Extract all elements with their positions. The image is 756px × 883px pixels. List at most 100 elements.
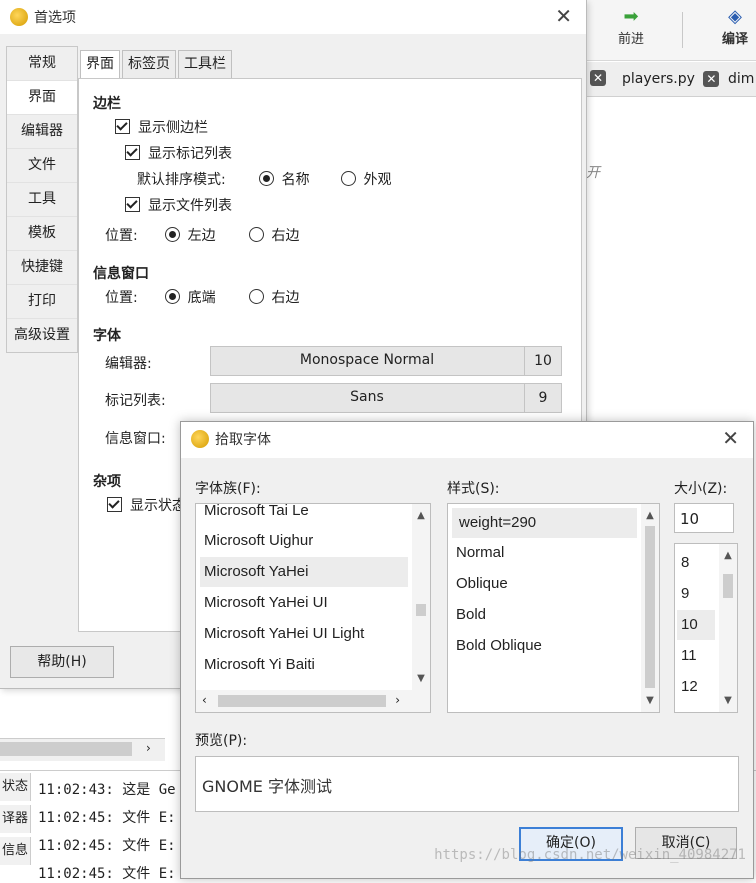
sidebar-hscrollbar[interactable]: ›: [0, 738, 165, 761]
list-item[interactable]: Microsoft Uighur: [200, 526, 408, 556]
list-item[interactable]: Bold: [452, 600, 637, 630]
checkbox-checked[interactable]: [107, 497, 122, 512]
prefs-category-list: 常规 界面 编辑器 文件 工具 模板 快捷键 打印 高级设置: [6, 46, 78, 353]
help-button[interactable]: 帮助(H): [10, 646, 114, 678]
scroll-thumb[interactable]: [0, 742, 132, 756]
chevron-right-icon[interactable]: ›: [146, 741, 151, 755]
scroll-thumb[interactable]: [645, 526, 655, 688]
chevron-left-icon[interactable]: ‹: [202, 693, 207, 707]
sort-appearance-label: 外观: [363, 172, 392, 188]
checkbox-checked[interactable]: [125, 197, 140, 212]
style-vscrollbar[interactable]: ▲ ▼: [641, 504, 659, 712]
sidebar-item-general[interactable]: 常规: [7, 47, 77, 81]
checkbox-checked[interactable]: [115, 119, 130, 134]
compile-icon: ◈: [728, 6, 742, 27]
style-list[interactable]: weight=290 Normal Oblique Bold Bold Obli…: [447, 503, 660, 713]
sidebar-item-advanced[interactable]: 高级设置: [7, 319, 77, 352]
geany-icon: [10, 8, 28, 26]
family-hscrollbar[interactable]: ‹ ›: [196, 690, 430, 712]
sidebar-item-files[interactable]: 文件: [7, 149, 77, 183]
list-item[interactable]: weight=290: [452, 508, 637, 538]
checkbox-checked[interactable]: [125, 145, 140, 160]
symbol-font-button[interactable]: Sans 9: [210, 383, 562, 413]
family-list[interactable]: Microsoft Tai Le Microsoft Uighur Micros…: [195, 503, 431, 713]
tab-toolbar[interactable]: 工具栏: [178, 50, 232, 78]
list-item[interactable]: 12: [677, 672, 715, 702]
list-item[interactable]: 9: [677, 579, 715, 609]
preview-label: 预览(P):: [195, 733, 248, 749]
size-vscrollbar[interactable]: ▲ ▼: [719, 544, 737, 712]
log-line: 11:02:45: 文件 E:: [38, 866, 176, 882]
scroll-thumb[interactable]: [723, 574, 733, 598]
list-item[interactable]: Normal: [452, 538, 637, 568]
sidebar-item-printing[interactable]: 打印: [7, 285, 77, 319]
sidebar-item-tools[interactable]: 工具: [7, 183, 77, 217]
tab-interface[interactable]: 界面: [80, 50, 120, 78]
show-symbol-list-checkbox[interactable]: 显示标记列表: [125, 143, 232, 163]
forward-button[interactable]: ➡ 前进: [596, 6, 666, 47]
position-bottom-radio[interactable]: [164, 289, 180, 304]
preview-field[interactable]: GNOME 字体测试: [195, 756, 739, 812]
tab-players-py[interactable]: players.py ✕: [622, 71, 723, 87]
chevron-down-icon[interactable]: ▼: [641, 695, 659, 706]
font-chooser-dialog: 拾取字体 ✕ 字体族(F): 样式(S): 大小(Z): Microsoft T…: [180, 421, 754, 879]
list-item[interactable]: Microsoft Yi Baiti: [200, 650, 408, 680]
compile-button[interactable]: ◈ 编译: [700, 6, 756, 47]
show-sidebar-checkbox[interactable]: 显示侧边栏: [115, 117, 208, 137]
close-icon[interactable]: ✕: [722, 426, 739, 450]
sort-name-radio[interactable]: [258, 171, 274, 186]
chevron-up-icon[interactable]: ▲: [719, 550, 737, 561]
editor-font-label: 编辑器:: [105, 356, 152, 372]
position-right-radio[interactable]: [248, 289, 264, 304]
list-item[interactable]: Microsoft YaHei UI Light: [200, 619, 408, 649]
prefs-title: 首选项: [34, 10, 76, 26]
log-tab-status[interactable]: 状态: [0, 773, 31, 801]
sort-mode-label: 默认排序模式:: [137, 172, 226, 188]
list-item[interactable]: Microsoft Tai Le: [200, 504, 408, 526]
preview-text: GNOME 字体测试: [202, 777, 332, 796]
sort-appearance-radio[interactable]: [340, 171, 356, 186]
list-item[interactable]: 11: [677, 641, 715, 671]
sidebar-item-interface[interactable]: 界面: [7, 81, 77, 115]
log-line: 11:02:43: 这是 Ge: [38, 782, 176, 798]
tab-tabs[interactable]: 标签页: [122, 50, 176, 78]
log-tab-messages[interactable]: 信息: [0, 837, 31, 865]
scroll-thumb[interactable]: [416, 604, 426, 616]
position-bottom-label: 底端: [187, 290, 216, 306]
size-list[interactable]: 8 9 10 11 12 ▲ ▼: [674, 543, 738, 713]
sidebar-item-keybindings[interactable]: 快捷键: [7, 251, 77, 285]
chevron-right-icon[interactable]: ›: [395, 693, 400, 707]
main-toolbar: ➡ 前进 ◈ 编译: [586, 0, 756, 61]
editor-font-button[interactable]: Monospace Normal 10: [210, 346, 562, 376]
list-item[interactable]: Oblique: [452, 569, 637, 599]
list-item[interactable]: 10: [677, 610, 715, 640]
list-item[interactable]: Microsoft YaHei: [200, 557, 408, 587]
chevron-down-icon[interactable]: ▼: [412, 673, 430, 684]
list-item[interactable]: Microsoft YaHei UI: [200, 588, 408, 618]
family-vscrollbar[interactable]: ▲ ▼: [412, 504, 430, 690]
tab-close-previous[interactable]: ✕: [586, 70, 610, 86]
chevron-up-icon[interactable]: ▲: [641, 510, 659, 521]
position-left-radio[interactable]: [164, 227, 180, 242]
scroll-thumb[interactable]: [218, 695, 386, 707]
chevron-up-icon[interactable]: ▲: [412, 510, 430, 521]
show-status-checkbox[interactable]: 显示状态: [107, 495, 186, 515]
arrow-right-icon: ➡: [623, 6, 639, 27]
log-tab-compiler[interactable]: 译器: [0, 805, 31, 833]
chevron-down-icon[interactable]: ▼: [719, 695, 737, 706]
sidebar-position-row: 位置: 左边 右边: [105, 225, 300, 245]
family-label: 字体族(F):: [195, 481, 261, 497]
font-dialog-titlebar: 拾取字体 ✕: [181, 422, 753, 458]
size-input[interactable]: 10: [674, 503, 734, 533]
position-right-radio[interactable]: [248, 227, 264, 242]
show-file-list-checkbox[interactable]: 显示文件列表: [125, 195, 232, 215]
close-icon[interactable]: ✕: [703, 71, 720, 87]
position-label: 位置:: [105, 290, 138, 306]
close-icon[interactable]: ✕: [555, 4, 572, 28]
sidebar-item-editor[interactable]: 编辑器: [7, 115, 77, 149]
sidebar-item-templates[interactable]: 模板: [7, 217, 77, 251]
list-item[interactable]: Bold Oblique: [452, 631, 637, 661]
msgwin-position-row: 位置: 底端 右边: [105, 287, 300, 307]
list-item[interactable]: 8: [677, 548, 715, 578]
tab-dim[interactable]: dim: [728, 71, 754, 87]
